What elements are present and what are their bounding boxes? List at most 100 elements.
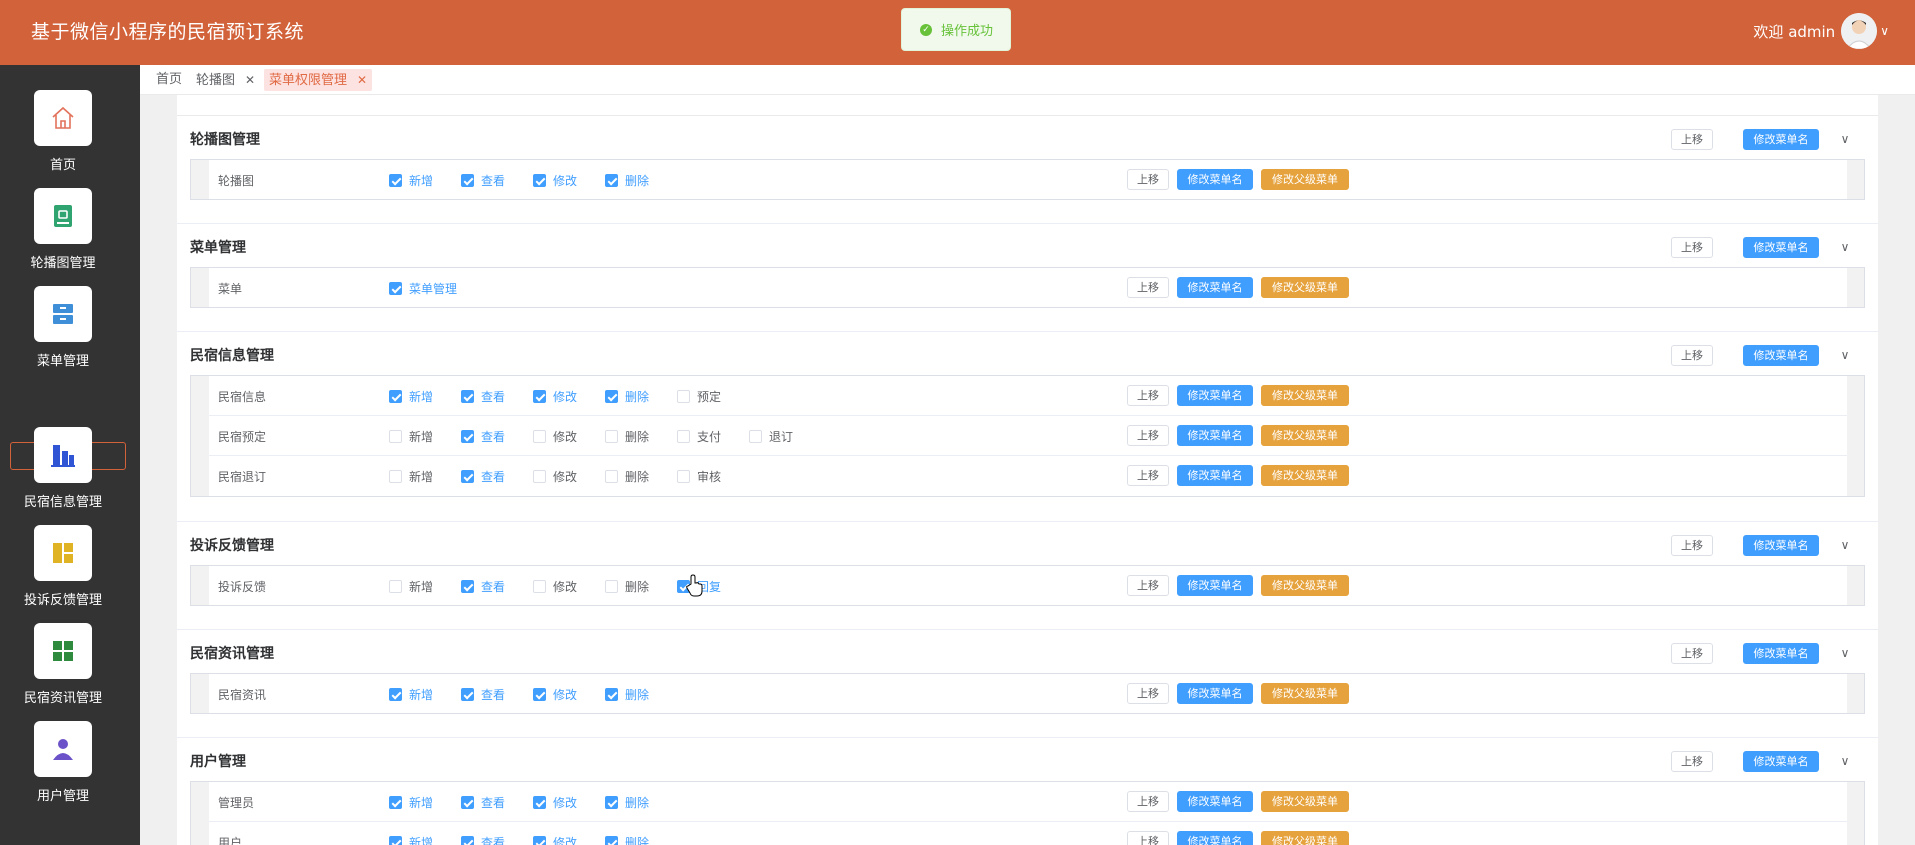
chevron-down-icon[interactable]: ∨ bbox=[1838, 240, 1852, 254]
sidebar-item-home[interactable]: 首页 bbox=[0, 90, 126, 173]
permission-checkbox[interactable]: 查看 bbox=[461, 834, 505, 845]
permission-checkbox[interactable]: 退订 bbox=[749, 428, 793, 445]
move-up-button[interactable]: 上移 bbox=[1671, 129, 1713, 150]
permission-checkbox[interactable]: 新增 bbox=[389, 172, 433, 189]
change-parent-button[interactable]: 修改父级菜单 bbox=[1261, 683, 1349, 704]
move-up-button[interactable]: 上移 bbox=[1127, 385, 1169, 406]
permission-checkbox[interactable]: 新增 bbox=[389, 686, 433, 703]
permission-checkbox[interactable]: 删除 bbox=[605, 388, 649, 405]
permission-checkbox[interactable]: 查看 bbox=[461, 172, 505, 189]
permission-checkbox[interactable]: 新增 bbox=[389, 834, 433, 845]
close-icon[interactable]: ✕ bbox=[357, 73, 367, 87]
rename-menu-button[interactable]: 修改菜单名 bbox=[1743, 751, 1819, 772]
permission-checkbox[interactable]: 查看 bbox=[461, 428, 505, 445]
permission-checkbox[interactable]: 新增 bbox=[389, 428, 433, 445]
tab-home[interactable]: 首页 bbox=[151, 69, 187, 91]
sidebar-item-homestay-info[interactable]: 民宿信息管理 bbox=[0, 427, 126, 510]
move-up-button[interactable]: 上移 bbox=[1671, 345, 1713, 366]
permission-checkbox[interactable]: 修改 bbox=[533, 834, 577, 845]
sidebar-item-feedback[interactable]: 投诉反馈管理 bbox=[0, 525, 126, 608]
permission-checkbox[interactable]: 删除 bbox=[605, 468, 649, 485]
permission-checkbox[interactable]: 查看 bbox=[461, 468, 505, 485]
change-parent-button[interactable]: 修改父级菜单 bbox=[1261, 385, 1349, 406]
permission-checkbox[interactable]: 菜单管理 bbox=[389, 280, 457, 297]
change-parent-button[interactable]: 修改父级菜单 bbox=[1261, 831, 1349, 845]
move-up-button[interactable]: 上移 bbox=[1671, 751, 1713, 772]
chevron-down-icon[interactable]: ∨ bbox=[1838, 754, 1852, 768]
chevron-down-icon[interactable]: ∨ bbox=[1838, 646, 1852, 660]
permission-checkbox[interactable]: 修改 bbox=[533, 468, 577, 485]
app-title: 基于微信小程序的民宿预订系统 bbox=[31, 21, 305, 43]
tab-banner[interactable]: 轮播图 ✕ bbox=[191, 69, 260, 91]
chevron-down-icon[interactable]: ∨ bbox=[1880, 24, 1889, 38]
move-up-button[interactable]: 上移 bbox=[1127, 425, 1169, 446]
change-parent-button[interactable]: 修改父级菜单 bbox=[1261, 465, 1349, 486]
permission-checkbox[interactable]: 新增 bbox=[389, 794, 433, 811]
permission-checkbox[interactable]: 删除 bbox=[605, 834, 649, 845]
change-parent-button[interactable]: 修改父级菜单 bbox=[1261, 425, 1349, 446]
rename-menu-button[interactable]: 修改菜单名 bbox=[1743, 345, 1819, 366]
change-parent-button[interactable]: 修改父级菜单 bbox=[1261, 277, 1349, 298]
user-menu[interactable]: 欢迎 admin ∨ bbox=[1753, 12, 1889, 50]
permission-checkbox[interactable]: 支付 bbox=[677, 428, 721, 445]
permission-checkbox[interactable]: 查看 bbox=[461, 794, 505, 811]
rename-menu-button[interactable]: 修改菜单名 bbox=[1743, 643, 1819, 664]
change-parent-button[interactable]: 修改父级菜单 bbox=[1261, 791, 1349, 812]
permission-checkbox[interactable]: 查看 bbox=[461, 388, 505, 405]
move-up-button[interactable]: 上移 bbox=[1127, 465, 1169, 486]
avatar[interactable] bbox=[1841, 13, 1878, 49]
permission-checkbox[interactable]: 预定 bbox=[677, 388, 721, 405]
permission-checkbox[interactable]: 修改 bbox=[533, 428, 577, 445]
sidebar-item-menu[interactable]: 菜单管理 bbox=[0, 286, 126, 369]
move-up-button[interactable]: 上移 bbox=[1127, 277, 1169, 298]
permission-checkbox[interactable]: 删除 bbox=[605, 578, 649, 595]
permission-checkbox[interactable]: 删除 bbox=[605, 794, 649, 811]
rename-menu-button[interactable]: 修改菜单名 bbox=[1177, 575, 1253, 596]
permission-checkbox[interactable]: 修改 bbox=[533, 578, 577, 595]
rename-menu-button[interactable]: 修改菜单名 bbox=[1743, 535, 1819, 556]
sidebar-item-users[interactable]: 用户管理 bbox=[0, 721, 126, 804]
chevron-down-icon[interactable]: ∨ bbox=[1838, 348, 1852, 362]
move-up-button[interactable]: 上移 bbox=[1671, 535, 1713, 556]
permission-checkbox[interactable]: 删除 bbox=[605, 428, 649, 445]
rename-menu-button[interactable]: 修改菜单名 bbox=[1177, 385, 1253, 406]
permission-checkbox[interactable]: 新增 bbox=[389, 388, 433, 405]
rename-menu-button[interactable]: 修改菜单名 bbox=[1743, 129, 1819, 150]
move-up-button[interactable]: 上移 bbox=[1127, 575, 1169, 596]
tab-menu-permission[interactable]: 菜单权限管理 ✕ bbox=[264, 69, 373, 91]
permission-checkbox[interactable]: 新增 bbox=[389, 578, 433, 595]
move-up-button[interactable]: 上移 bbox=[1671, 643, 1713, 664]
sidebar-item-news[interactable]: 民宿资讯管理 bbox=[0, 623, 126, 706]
rename-menu-button[interactable]: 修改菜单名 bbox=[1177, 831, 1253, 845]
permission-checkbox[interactable]: 修改 bbox=[533, 172, 577, 189]
move-up-button[interactable]: 上移 bbox=[1127, 791, 1169, 812]
move-up-button[interactable]: 上移 bbox=[1127, 831, 1169, 845]
close-icon[interactable]: ✕ bbox=[245, 73, 255, 87]
move-up-button[interactable]: 上移 bbox=[1127, 169, 1169, 190]
chevron-down-icon[interactable]: ∨ bbox=[1838, 132, 1852, 146]
row-name: 民宿退订 bbox=[218, 470, 267, 484]
permission-checkbox[interactable]: 修改 bbox=[533, 388, 577, 405]
permission-checkbox[interactable]: 删除 bbox=[605, 172, 649, 189]
sidebar-item-banner[interactable]: 轮播图管理 bbox=[0, 188, 126, 271]
permission-checkbox[interactable]: 修改 bbox=[533, 686, 577, 703]
chevron-down-icon[interactable]: ∨ bbox=[1838, 538, 1852, 552]
move-up-button[interactable]: 上移 bbox=[1671, 237, 1713, 258]
rename-menu-button[interactable]: 修改菜单名 bbox=[1177, 791, 1253, 812]
change-parent-button[interactable]: 修改父级菜单 bbox=[1261, 169, 1349, 190]
rename-menu-button[interactable]: 修改菜单名 bbox=[1177, 425, 1253, 446]
permission-checkbox[interactable]: 查看 bbox=[461, 578, 505, 595]
change-parent-button[interactable]: 修改父级菜单 bbox=[1261, 575, 1349, 596]
move-up-button[interactable]: 上移 bbox=[1127, 683, 1169, 704]
rename-menu-button[interactable]: 修改菜单名 bbox=[1177, 683, 1253, 704]
permission-checkbox[interactable]: 删除 bbox=[605, 686, 649, 703]
rename-menu-button[interactable]: 修改菜单名 bbox=[1177, 277, 1253, 298]
permission-checkbox[interactable]: 修改 bbox=[533, 794, 577, 811]
permission-checkbox[interactable]: 查看 bbox=[461, 686, 505, 703]
rename-menu-button[interactable]: 修改菜单名 bbox=[1177, 169, 1253, 190]
permission-checkbox[interactable]: 审核 bbox=[677, 468, 721, 485]
tab-bar: 首页 轮播图 ✕ 菜单权限管理 ✕ bbox=[140, 65, 1915, 95]
rename-menu-button[interactable]: 修改菜单名 bbox=[1177, 465, 1253, 486]
rename-menu-button[interactable]: 修改菜单名 bbox=[1743, 237, 1819, 258]
permission-checkbox[interactable]: 新增 bbox=[389, 468, 433, 485]
